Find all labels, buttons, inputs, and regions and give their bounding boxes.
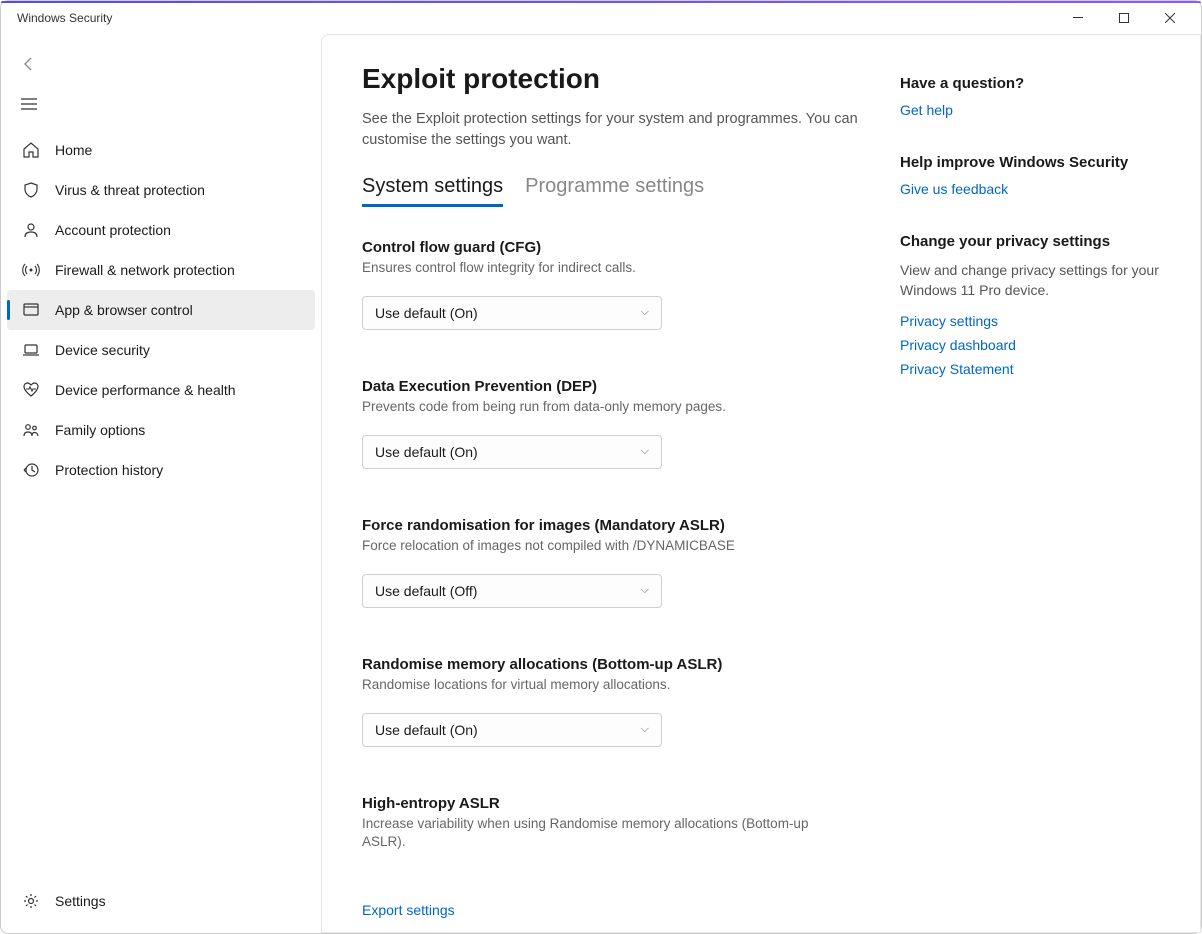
- setting-dep: Data Execution Prevention (DEP) Prevents…: [362, 378, 830, 469]
- setting-desc: Ensures control flow integrity for indir…: [362, 259, 830, 278]
- nav-label: Settings: [55, 893, 106, 909]
- setting-desc: Force relocation of images not compiled …: [362, 537, 830, 556]
- main-panel: Exploit protection See the Exploit prote…: [321, 34, 1201, 933]
- page-intro: See the Exploit protection settings for …: [362, 109, 860, 151]
- setting-desc: Increase variability when using Randomis…: [362, 815, 830, 853]
- nav-firewall[interactable]: Firewall & network protection: [7, 250, 315, 290]
- dropdown-value: Use default (On): [375, 722, 478, 738]
- setting-high-entropy-aslr: High-entropy ASLR Increase variability w…: [362, 795, 830, 853]
- nav-account-protection[interactable]: Account protection: [7, 210, 315, 250]
- nav-label: App & browser control: [55, 302, 193, 318]
- broadcast-icon: [21, 260, 41, 280]
- window-controls: [1055, 2, 1193, 33]
- help-question-section: Have a question? Get help: [900, 75, 1160, 118]
- hamburger-button[interactable]: [9, 86, 49, 122]
- export-settings-link[interactable]: Export settings: [362, 902, 455, 918]
- nav-device-security[interactable]: Device security: [7, 330, 315, 370]
- setting-mandatory-aslr: Force randomisation for images (Mandator…: [362, 517, 830, 608]
- privacy-title: Change your privacy settings: [900, 233, 1160, 250]
- nav-label: Device performance & health: [55, 382, 236, 398]
- nav-label: Device security: [55, 342, 150, 358]
- chevron-down-icon: ⌵: [641, 584, 649, 597]
- shield-icon: [21, 180, 41, 200]
- setting-dropdown-cfg[interactable]: Use default (On) ⌵: [362, 296, 662, 330]
- help-title: Have a question?: [900, 75, 1160, 92]
- nav-label: Firewall & network protection: [55, 262, 235, 278]
- get-help-link[interactable]: Get help: [900, 102, 1160, 118]
- nav-virus-threat[interactable]: Virus & threat protection: [7, 170, 315, 210]
- chevron-down-icon: ⌵: [641, 445, 649, 458]
- nav-protection-history[interactable]: Protection history: [7, 450, 315, 490]
- nav-label: Family options: [55, 422, 145, 438]
- export-bar: Export settings: [322, 892, 1200, 932]
- heartbeat-icon: [21, 380, 41, 400]
- minimize-button[interactable]: [1055, 2, 1101, 33]
- page-title: Exploit protection: [362, 63, 860, 95]
- setting-bottomup-aslr: Randomise memory allocations (Bottom-up …: [362, 656, 830, 747]
- nav-label: Home: [55, 142, 92, 158]
- tabs: System settings Programme settings: [362, 175, 860, 207]
- nav-app-browser[interactable]: App & browser control: [7, 290, 315, 330]
- titlebar: Windows Security: [1, 1, 1201, 34]
- setting-cfg: Control flow guard (CFG) Ensures control…: [362, 239, 830, 330]
- setting-title: Force randomisation for images (Mandator…: [362, 517, 830, 534]
- settings-scroll[interactable]: Control flow guard (CFG) Ensures control…: [362, 239, 860, 879]
- setting-dropdown-bottomup-aslr[interactable]: Use default (On) ⌵: [362, 713, 662, 747]
- dropdown-value: Use default (On): [375, 305, 478, 321]
- privacy-desc: View and change privacy settings for you…: [900, 260, 1160, 301]
- laptop-icon: [21, 340, 41, 360]
- setting-dropdown-dep[interactable]: Use default (On) ⌵: [362, 435, 662, 469]
- dropdown-value: Use default (On): [375, 444, 478, 460]
- tab-programme-settings[interactable]: Programme settings: [525, 175, 704, 207]
- nav-family-options[interactable]: Family options: [7, 410, 315, 450]
- person-icon: [21, 220, 41, 240]
- browser-icon: [21, 300, 41, 320]
- window-title: Windows Security: [17, 11, 112, 25]
- back-button[interactable]: [9, 46, 49, 82]
- setting-desc: Randomise locations for virtual memory a…: [362, 676, 830, 695]
- tab-system-settings[interactable]: System settings: [362, 175, 503, 207]
- setting-title: High-entropy ASLR: [362, 795, 830, 812]
- nav-home[interactable]: Home: [7, 130, 315, 170]
- setting-title: Randomise memory allocations (Bottom-up …: [362, 656, 830, 673]
- chevron-down-icon: ⌵: [641, 306, 649, 319]
- nav-label: Account protection: [55, 222, 171, 238]
- privacy-dashboard-link[interactable]: Privacy dashboard: [900, 337, 1160, 353]
- nav: Home Virus & threat protection Account p…: [5, 130, 317, 921]
- setting-desc: Prevents code from being run from data-o…: [362, 398, 830, 417]
- setting-title: Data Execution Prevention (DEP): [362, 378, 830, 395]
- feedback-section: Help improve Windows Security Give us fe…: [900, 154, 1160, 197]
- feedback-link[interactable]: Give us feedback: [900, 181, 1160, 197]
- privacy-settings-link[interactable]: Privacy settings: [900, 313, 1160, 329]
- dropdown-value: Use default (Off): [375, 583, 477, 599]
- people-icon: [21, 420, 41, 440]
- privacy-section: Change your privacy settings View and ch…: [900, 233, 1160, 377]
- chevron-down-icon: ⌵: [641, 723, 649, 736]
- feedback-title: Help improve Windows Security: [900, 154, 1160, 171]
- close-button[interactable]: [1147, 2, 1193, 33]
- home-icon: [21, 140, 41, 160]
- setting-title: Control flow guard (CFG): [362, 239, 830, 256]
- history-icon: [21, 460, 41, 480]
- nav-label: Protection history: [55, 462, 163, 478]
- nav-label: Virus & threat protection: [55, 182, 205, 198]
- privacy-statement-link[interactable]: Privacy Statement: [900, 361, 1160, 377]
- gear-icon: [21, 891, 41, 911]
- nav-settings[interactable]: Settings: [7, 881, 315, 921]
- sidebar: Home Virus & threat protection Account p…: [1, 34, 321, 933]
- maximize-button[interactable]: [1101, 2, 1147, 33]
- setting-dropdown-mandatory-aslr[interactable]: Use default (Off) ⌵: [362, 574, 662, 608]
- nav-device-health[interactable]: Device performance & health: [7, 370, 315, 410]
